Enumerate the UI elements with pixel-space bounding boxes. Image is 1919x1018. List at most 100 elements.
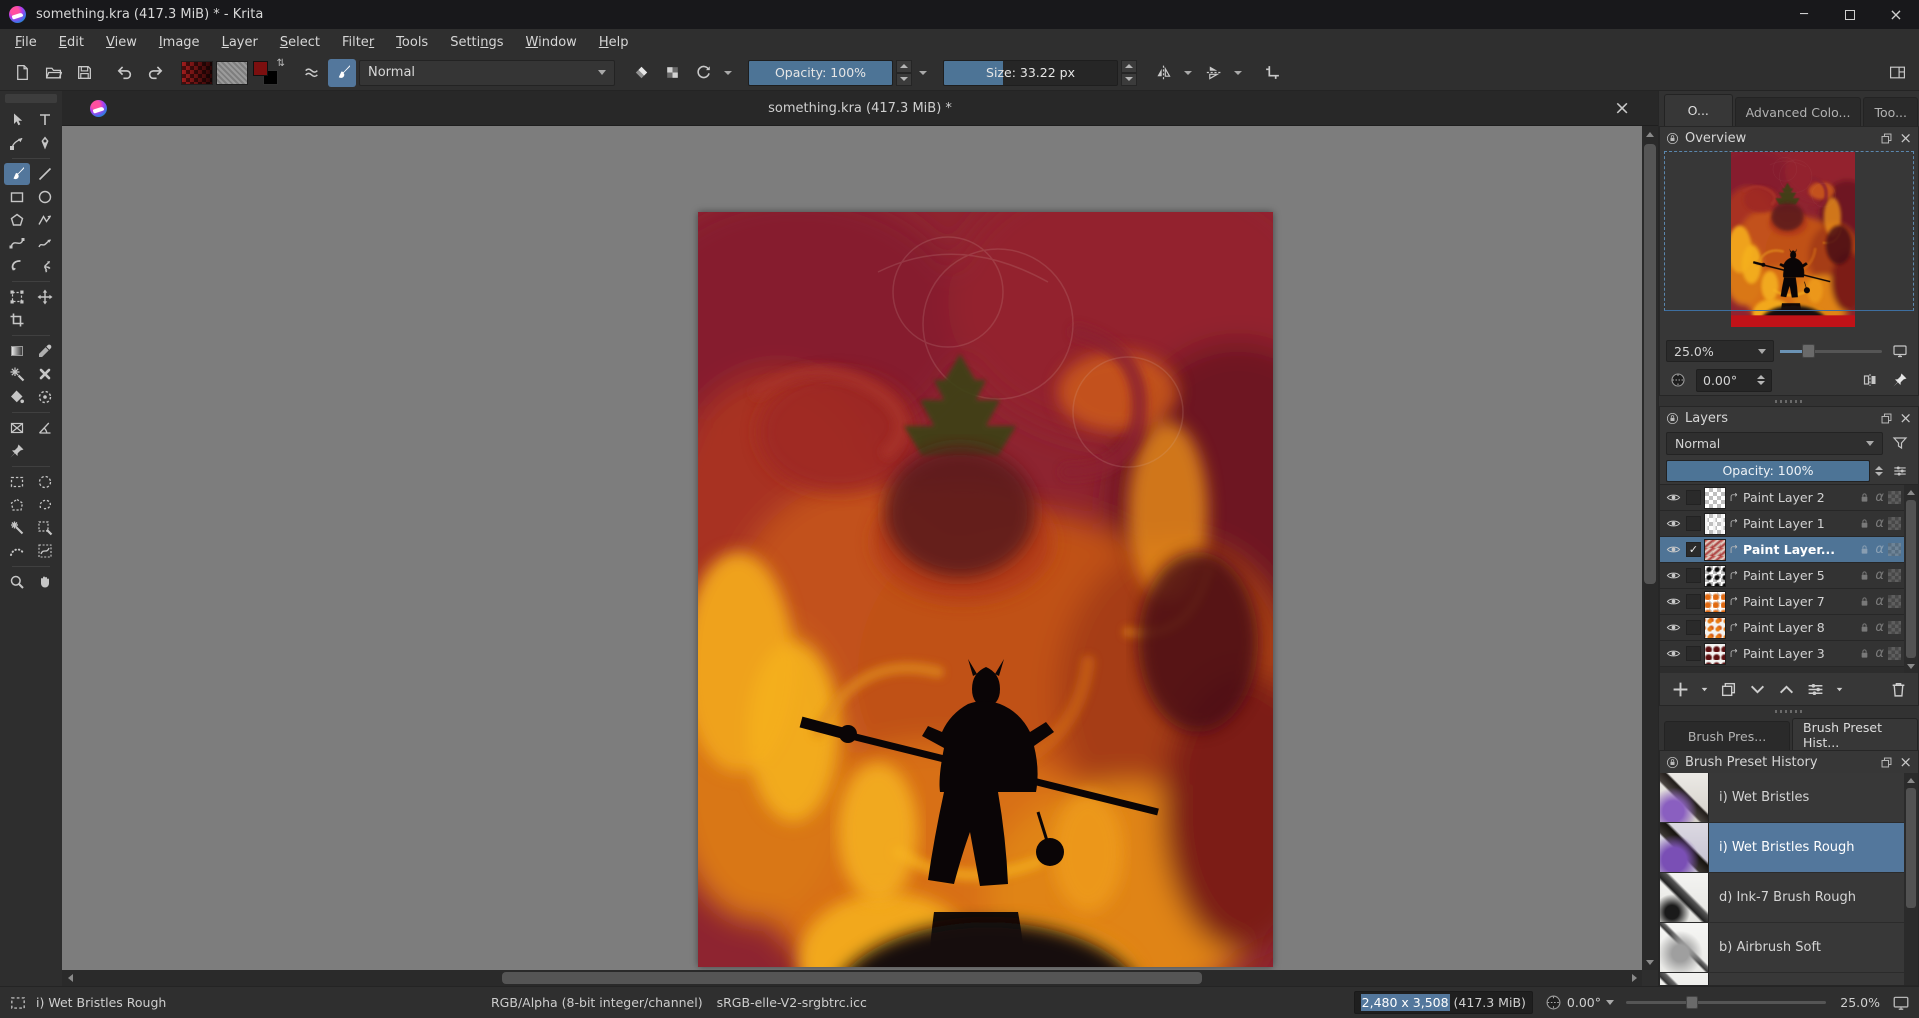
pin-docker-button[interactable] xyxy=(1888,368,1912,392)
tab-brush-presets[interactable]: Brush Pres... xyxy=(1664,721,1790,750)
layer-blend-mode-dropdown[interactable]: Normal xyxy=(1666,432,1883,455)
brush-list-scrollbar[interactable] xyxy=(1904,773,1918,985)
layer-visibility-icon[interactable] xyxy=(1663,568,1683,583)
layer-lock-icon[interactable] xyxy=(1858,569,1871,582)
overview-viewport-rect[interactable] xyxy=(1664,151,1914,311)
artwork-canvas[interactable] xyxy=(698,212,1273,967)
vertical-scroll-thumb[interactable] xyxy=(1644,144,1656,584)
tool-line[interactable] xyxy=(32,163,58,185)
menu-tools[interactable]: Tools xyxy=(385,32,439,53)
wrap-around-button[interactable] xyxy=(1258,59,1286,87)
delete-layer-button[interactable] xyxy=(1887,678,1909,700)
layer-properties-button[interactable] xyxy=(1804,678,1826,700)
layer-checkbox[interactable]: ✓ xyxy=(1686,542,1701,557)
scroll-up-icon[interactable] xyxy=(1904,485,1918,499)
tool-polygon[interactable] xyxy=(4,209,30,231)
docker-tab-tool-options[interactable]: Too... xyxy=(1863,97,1918,126)
horizontal-scroll-thumb[interactable] xyxy=(502,972,1202,984)
reload-caret[interactable] xyxy=(720,59,736,87)
layer-row[interactable]: Paint Layer 2 α xyxy=(1660,485,1904,511)
size-spinner[interactable] xyxy=(1121,60,1137,86)
tool-zoom[interactable] xyxy=(4,571,30,593)
tool-freehand-select[interactable] xyxy=(32,494,58,516)
menu-help[interactable]: Help xyxy=(588,32,640,53)
brush-preset-item[interactable]: i) Wet Bristles xyxy=(1660,773,1904,823)
canvas-horizontal-scrollbar[interactable] xyxy=(62,970,1642,986)
zoom-slider[interactable] xyxy=(1780,350,1882,353)
layer-row[interactable]: Paint Layer 3 α xyxy=(1660,641,1904,667)
tool-text[interactable] xyxy=(32,109,58,131)
tool-similar-select[interactable] xyxy=(32,517,58,539)
layer-visibility-icon[interactable] xyxy=(1663,490,1683,505)
tool-bezier-select[interactable] xyxy=(32,540,58,562)
menu-filter[interactable]: Filter xyxy=(331,32,385,53)
tool-dynamic-brush[interactable] xyxy=(4,255,30,277)
layer-lock-icon[interactable] xyxy=(1858,543,1871,556)
tool-bezier-curve[interactable] xyxy=(4,232,30,254)
monitor-icon[interactable] xyxy=(1892,994,1910,1012)
gradient-swatch[interactable] xyxy=(181,61,213,85)
duplicate-layer-button[interactable] xyxy=(1717,678,1739,700)
float-docker-icon[interactable] xyxy=(1880,132,1893,145)
tool-select-shapes[interactable] xyxy=(4,109,30,131)
scroll-right-icon[interactable] xyxy=(1626,970,1642,986)
document-close-icon[interactable]: × xyxy=(1614,99,1630,118)
brush-preset-item[interactable]: d) Ink-7 Brush Rough xyxy=(1660,873,1904,923)
brush-preset-item[interactable]: i) Wet Bristles Rough xyxy=(1660,823,1904,873)
menu-settings[interactable]: Settings xyxy=(439,32,514,53)
edit-brush-settings-button[interactable] xyxy=(297,59,325,87)
brush-size-slider[interactable]: Size: 33.22 px xyxy=(943,60,1118,86)
opacity-slider[interactable]: Opacity: 100% xyxy=(748,60,893,86)
layer-row[interactable]: ✓ Paint Layer... α xyxy=(1660,537,1904,563)
document-icon[interactable] xyxy=(90,100,107,117)
alpha-lock-icon[interactable]: α xyxy=(1875,568,1884,583)
menu-view[interactable]: View xyxy=(95,32,148,53)
scroll-thumb[interactable] xyxy=(1906,788,1916,908)
layer-visibility-icon[interactable] xyxy=(1663,646,1683,661)
docker-tab-advanced-color[interactable]: Advanced Colo... xyxy=(1735,97,1862,126)
tool-freehand-path[interactable] xyxy=(32,232,58,254)
scroll-up-icon[interactable] xyxy=(1642,126,1658,142)
tool-rect-select[interactable] xyxy=(4,471,30,493)
tool-ellipse-select[interactable] xyxy=(32,471,58,493)
layer-visibility-icon[interactable] xyxy=(1663,620,1683,635)
layer-lock-icon[interactable] xyxy=(1858,621,1871,634)
layer-list-scrollbar[interactable] xyxy=(1904,485,1918,673)
opacity-spinner[interactable] xyxy=(896,60,912,86)
add-layer-button[interactable] xyxy=(1669,678,1691,700)
alpha-lock-icon[interactable]: α xyxy=(1875,646,1884,661)
foreground-color[interactable] xyxy=(253,61,268,76)
mirror-horizontal-caret[interactable] xyxy=(1180,59,1196,87)
zoom-slider-thumb[interactable] xyxy=(1802,344,1815,358)
blending-mode-dropdown[interactable]: Normal xyxy=(359,60,615,86)
brush-preset-item[interactable]: d) Ink-4 Pen Rough xyxy=(1660,973,1904,985)
layer-row[interactable]: Paint Layer 5 α xyxy=(1660,563,1904,589)
zoom-level-dropdown[interactable]: 25.0% xyxy=(1666,340,1774,362)
brush-preset-item[interactable]: b) Airbrush Soft xyxy=(1660,923,1904,973)
menu-image[interactable]: Image xyxy=(148,32,211,53)
undo-button[interactable] xyxy=(110,59,138,87)
tab-brush-preset-history[interactable]: Brush Preset Hist... xyxy=(1792,718,1918,750)
mirror-vertical-button[interactable] xyxy=(1199,59,1227,87)
maximize-button[interactable] xyxy=(1827,0,1873,29)
layer-visibility-icon[interactable] xyxy=(1663,542,1683,557)
opacity-caret[interactable] xyxy=(915,59,931,87)
scroll-down-icon[interactable] xyxy=(1642,954,1658,970)
layer-lock-icon[interactable] xyxy=(1858,491,1871,504)
move-layer-up-button[interactable] xyxy=(1775,678,1797,700)
minimize-button[interactable]: ─ xyxy=(1781,0,1827,29)
new-document-button[interactable] xyxy=(8,59,36,87)
menu-edit[interactable]: Edit xyxy=(48,32,95,53)
tool-calligraphy[interactable] xyxy=(32,132,58,154)
docker-splitter[interactable] xyxy=(1659,396,1919,406)
swap-colors-icon[interactable]: ⇅ xyxy=(277,59,285,69)
add-layer-caret[interactable] xyxy=(1698,678,1710,700)
tool-enclose-fill[interactable] xyxy=(32,386,58,408)
close-docker-icon[interactable]: × xyxy=(1899,131,1912,146)
tool-crop[interactable] xyxy=(4,309,30,331)
tool-reference-images[interactable] xyxy=(4,440,30,462)
status-zoom-slider[interactable] xyxy=(1626,1001,1826,1004)
layer-lock-icon[interactable] xyxy=(1858,517,1871,530)
mirror-horizontal-button[interactable] xyxy=(1149,59,1177,87)
mirror-vertical-caret[interactable] xyxy=(1230,59,1246,87)
